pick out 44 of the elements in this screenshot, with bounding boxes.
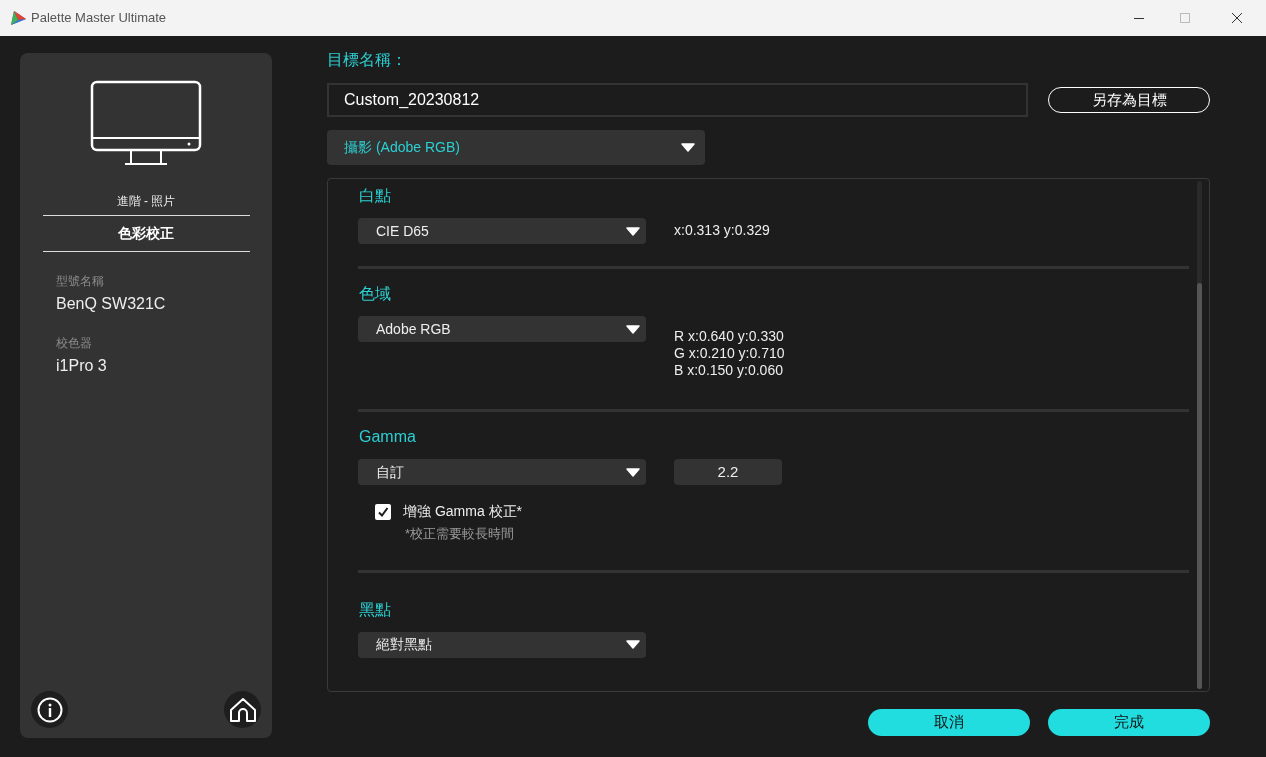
reading: G x:0.210 y:0.710 — [674, 345, 785, 362]
note: *校正需要較長時間 — [405, 525, 516, 543]
minimize-icon — [1134, 17, 1144, 19]
info-label: 校色器 — [56, 335, 93, 352]
mode-label: 進階 - 照片 — [116, 193, 176, 210]
close-icon — [1232, 13, 1242, 23]
action-button[interactable]: 取消 — [868, 709, 1030, 736]
checkmark-icon — [377, 505, 389, 518]
info-button[interactable] — [31, 691, 68, 728]
section-title: Gamma — [359, 428, 417, 446]
dropdown[interactable]: Adobe RGB — [358, 316, 646, 342]
section-title: 黑點 — [359, 600, 392, 619]
section-title: 色域 — [359, 285, 392, 303]
dropdown[interactable]: 絕對黑點 — [358, 631, 646, 658]
caret-icon — [626, 467, 640, 477]
target-label: 目標名稱： — [327, 51, 408, 69]
target-name-field[interactable]: Custom_20230812 — [327, 83, 1028, 117]
home-button[interactable] — [224, 691, 261, 728]
page-title: 色彩校正 — [42, 215, 250, 252]
caret-icon — [626, 324, 640, 334]
checkbox-label: 增強 Gamma 校正* — [403, 502, 522, 521]
caret-icon — [626, 226, 640, 236]
dropdown[interactable]: 自訂 — [358, 459, 646, 485]
gamma-input[interactable]: 2.2 — [674, 459, 782, 485]
reading: x:0.313 y:0.329 — [674, 222, 770, 239]
monitor-icon — [90, 80, 202, 166]
checkbox[interactable] — [375, 503, 391, 520]
dropdown[interactable]: CIE D65 — [358, 218, 646, 244]
scrollbar[interactable] — [1197, 181, 1202, 689]
maximize-icon — [1180, 13, 1190, 23]
home-icon — [228, 696, 257, 723]
info-icon — [36, 696, 63, 723]
caret-icon — [626, 640, 640, 649]
section-title: 白點 — [359, 187, 392, 205]
action-button[interactable]: 完成 — [1048, 709, 1210, 736]
info-label: 型號名稱 — [56, 273, 105, 290]
info-value: BenQ SW321C — [56, 294, 167, 314]
app-logo-icon — [9, 9, 27, 27]
reading: R x:0.640 y:0.330 — [674, 328, 785, 345]
info-value: i1Pro 3 — [56, 356, 108, 376]
window-title: Palette Master Ultimate — [31, 9, 167, 28]
preset-dropdown[interactable]: 攝影 (Adobe RGB) — [327, 130, 705, 165]
caret-icon — [681, 143, 695, 152]
reading: B x:0.150 y:0.060 — [674, 362, 784, 379]
